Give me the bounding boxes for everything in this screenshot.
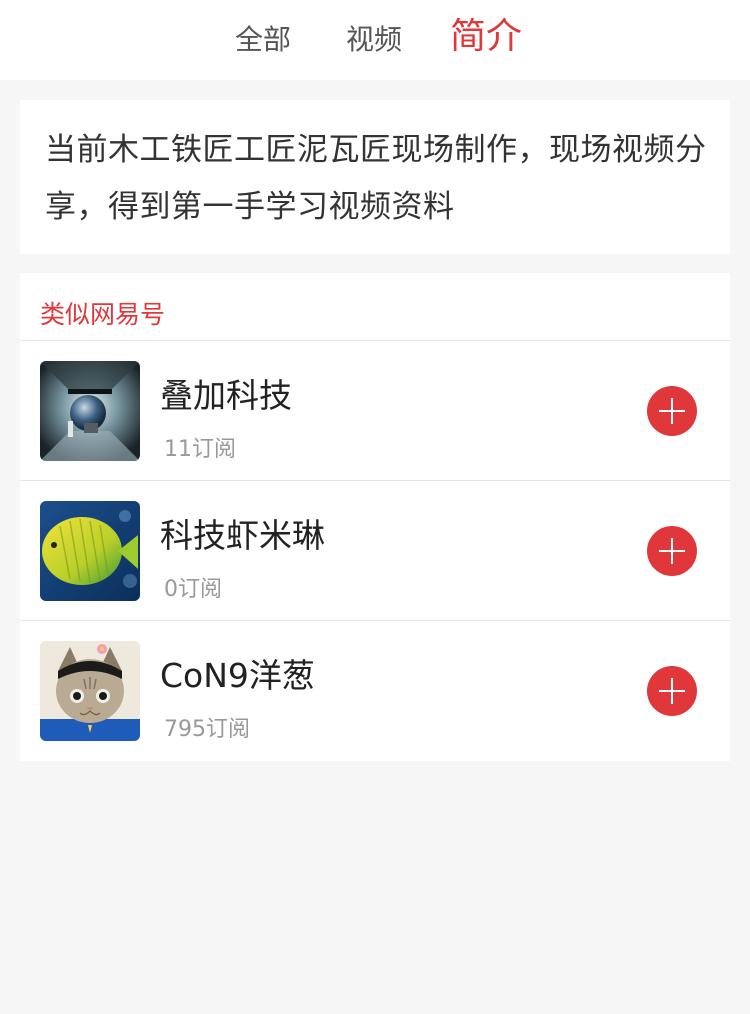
- list-item[interactable]: 叠加科技 11订阅: [20, 341, 730, 480]
- subscriber-count: 11订阅: [164, 437, 236, 462]
- add-subscribe-button[interactable]: [647, 386, 697, 436]
- space-scene-avatar: [40, 361, 140, 461]
- account-name: 叠加科技: [160, 376, 292, 415]
- yellow-fish-avatar: [40, 501, 140, 601]
- account-name: 科技虾米琳: [160, 516, 325, 555]
- intro-text: 当前木工铁匠工匠泥瓦匠现场制作，现场视频分享，得到第一手学习视频资料: [45, 132, 707, 225]
- tab-video[interactable]: 视频: [346, 0, 402, 80]
- list-item[interactable]: CoN9洋葱 795订阅: [20, 621, 730, 760]
- subscriber-count: 0订阅: [164, 577, 222, 602]
- subscriber-count: 795订阅: [164, 717, 250, 742]
- list-item[interactable]: 科技虾米琳 0订阅: [20, 481, 730, 620]
- tab-all[interactable]: 全部: [235, 0, 291, 80]
- intro-card: 当前木工铁匠工匠泥瓦匠现场制作，现场视频分享，得到第一手学习视频资料: [20, 100, 730, 254]
- add-subscribe-button[interactable]: [647, 666, 697, 716]
- add-subscribe-button[interactable]: [647, 526, 697, 576]
- account-name: CoN9洋葱: [160, 656, 315, 695]
- top-tab-bar: 全部 视频 简介: [0, 0, 750, 80]
- cat-avatar: [40, 641, 140, 741]
- similar-accounts-title: 类似网易号: [40, 300, 166, 329]
- similar-accounts-card: 类似网易号 叠加科技 11订阅 科技虾米琳 0订阅 CoN9洋葱 795订阅: [20, 273, 730, 761]
- tab-intro[interactable]: 简介: [450, 0, 522, 77]
